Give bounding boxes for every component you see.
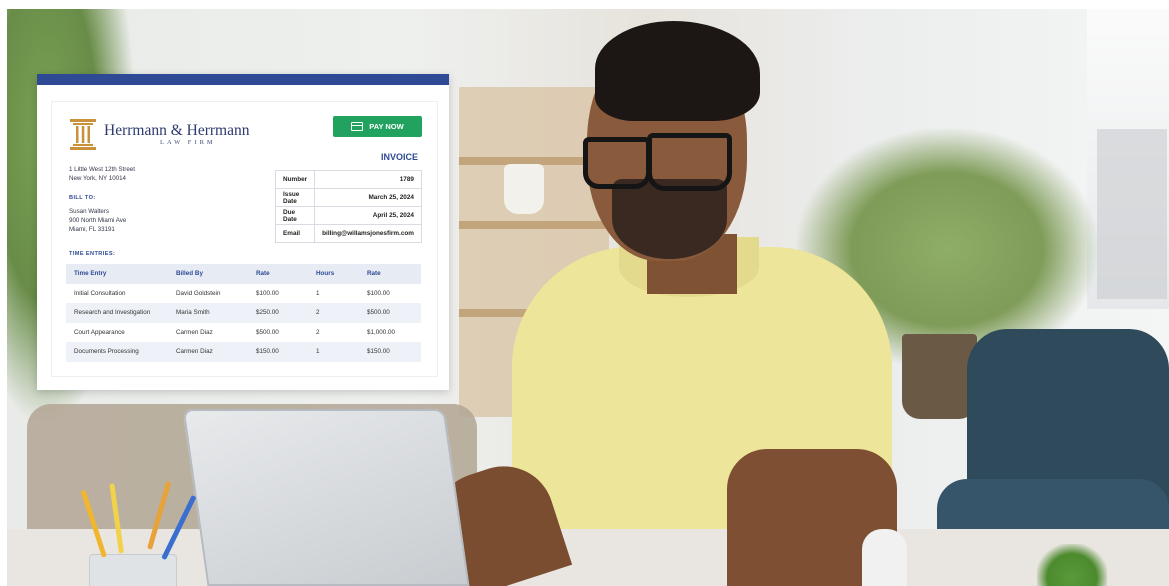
- meta-row: Due Date April 25, 2024: [274, 206, 422, 225]
- meta-value: March 25, 2024: [314, 188, 422, 207]
- cell-rate: $500.00: [256, 328, 279, 336]
- pay-now-button[interactable]: PAY NOW: [333, 116, 422, 137]
- cell-total: $1,000.00: [367, 328, 396, 336]
- firm-address-line: 1 Little West 12th Street: [69, 166, 135, 173]
- table-header-row: Time Entry Billed By Rate Hours Rate: [66, 264, 421, 284]
- vase: [504, 164, 544, 214]
- column-pillar-icon: [70, 119, 96, 150]
- meta-value: April 25, 2024: [314, 206, 422, 225]
- glasses-right-lens: [647, 133, 732, 191]
- cell-billed-by: David Goldstein: [176, 289, 221, 297]
- bill-to-label: BILL TO:: [69, 195, 96, 201]
- table-row: Documents Processing Carmen Diaz $150.00…: [66, 342, 421, 362]
- cell-entry: Court Appearance: [74, 328, 125, 336]
- cell-hours: 2: [316, 309, 320, 317]
- meta-label: Due Date: [274, 206, 316, 225]
- column-header: Rate: [367, 270, 381, 278]
- chair-back: [862, 529, 907, 586]
- invoice-title: INVOICE: [381, 152, 419, 162]
- cell-hours: 2: [316, 328, 320, 336]
- cell-entry: Documents Processing: [74, 348, 139, 356]
- invoice-meta-table: Number 1789 Issue Date March 25, 2024 Du…: [274, 170, 422, 243]
- meta-label: Number: [274, 170, 316, 189]
- firm-address-line: New York, NY 10014: [69, 175, 126, 182]
- cell-hours: 1: [316, 348, 320, 356]
- cell-entry: Initial Consultation: [74, 289, 126, 297]
- shelf-board: [459, 221, 609, 229]
- column-header: Billed By: [176, 270, 203, 278]
- meta-label: Issue Date: [274, 188, 316, 207]
- column-header: Hours: [316, 270, 335, 278]
- meta-row: Email billing@willamsjonesfirm.com: [274, 224, 422, 243]
- window-frame: [1097, 129, 1167, 299]
- cell-rate: $100.00: [256, 289, 279, 297]
- bill-to-line: Miami, FL 33191: [69, 226, 115, 233]
- glasses-left-lens: [583, 137, 651, 189]
- cell-billed-by: Carmen Diaz: [176, 328, 213, 336]
- desk: [7, 529, 1169, 586]
- laptop: [182, 409, 470, 586]
- firm-name: Herrmann & Herrmann: [104, 122, 250, 139]
- cell-billed-by: Carmen Diaz: [176, 348, 213, 356]
- bill-to-line: 900 North Miami Ave: [69, 217, 127, 224]
- credit-card-icon: [351, 122, 364, 131]
- cell-rate: $150.00: [256, 348, 279, 356]
- cell-total: $150.00: [367, 348, 390, 356]
- meta-value: 1789: [314, 170, 422, 189]
- small-plant: [1037, 544, 1107, 586]
- invoice-top-bar: [37, 74, 449, 85]
- cell-hours: 1: [316, 289, 320, 297]
- pay-now-label: PAY NOW: [369, 122, 404, 131]
- cell-entry: Research and Investigation: [74, 309, 151, 317]
- column-header: Rate: [256, 270, 270, 278]
- cell-rate: $250.00: [256, 309, 279, 317]
- column-header: Time Entry: [74, 270, 107, 278]
- cell-total: $100.00: [367, 289, 390, 297]
- table-row: Court Appearance Carmen Diaz $500.00 2 $…: [66, 323, 421, 343]
- table-row: Initial Consultation David Goldstein $10…: [66, 284, 421, 304]
- bill-to-line: Susan Walters: [69, 208, 110, 215]
- cell-total: $500.00: [367, 309, 390, 317]
- time-entries-table: Time Entry Billed By Rate Hours Rate Ini…: [66, 264, 421, 362]
- invoice-card: Herrmann & Herrmann LAW FIRM PAY NOW INV…: [37, 74, 449, 390]
- meta-row: Number 1789: [274, 170, 422, 189]
- table-row: Research and Investigation Maria Smith $…: [66, 303, 421, 323]
- cell-billed-by: Maria Smith: [176, 309, 210, 317]
- time-entries-label: TIME ENTRIES:: [69, 251, 116, 257]
- firm-subtitle: LAW FIRM: [160, 139, 216, 146]
- person-hair: [595, 21, 760, 121]
- person-beard: [612, 179, 727, 259]
- meta-label: Email: [274, 224, 316, 243]
- plant-pot: [902, 334, 977, 419]
- meta-row: Issue Date March 25, 2024: [274, 188, 422, 207]
- meta-email[interactable]: billing@willamsjonesfirm.com: [314, 224, 422, 243]
